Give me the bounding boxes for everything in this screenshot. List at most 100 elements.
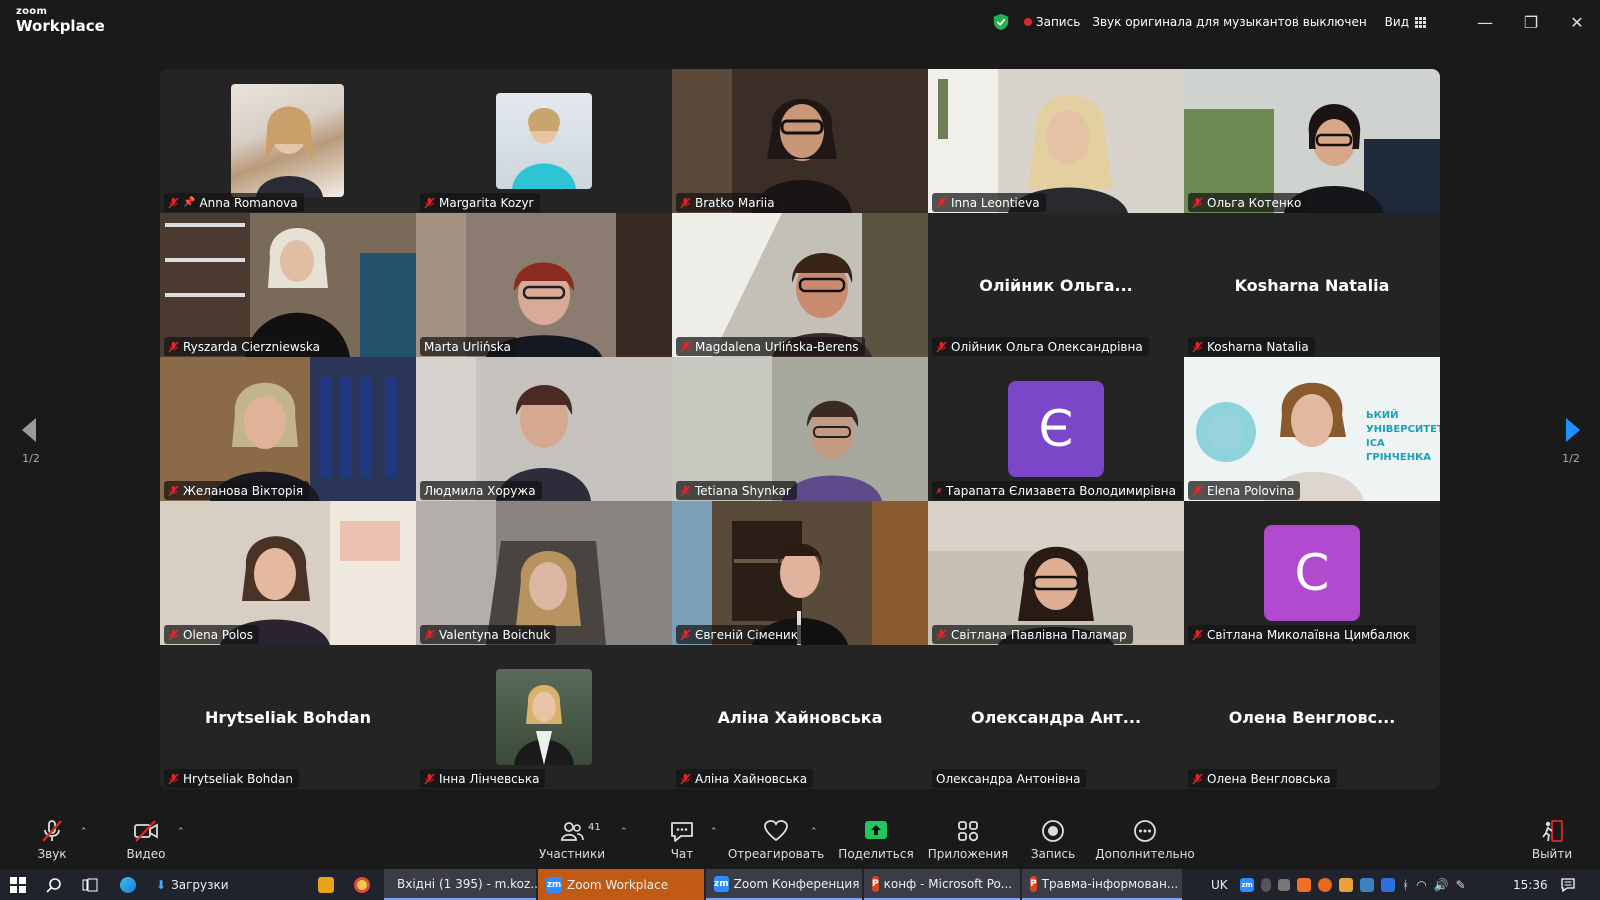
- participant-name: Magdalena Urlińska-Berens: [695, 339, 859, 354]
- participant-tile[interactable]: ЬКИЙ УНІВЕРСИТЕТ ІСА ГРІНЧЕНКА Elena Pol…: [1184, 357, 1440, 501]
- wifi-icon[interactable]: ◠: [1416, 878, 1426, 892]
- edge-taskbar-icon[interactable]: [120, 869, 136, 900]
- share-screen-button[interactable]: Поделиться: [838, 809, 914, 869]
- participant-tile[interactable]: Олександра Ант... Олександра Антонівна: [928, 645, 1184, 789]
- participants-button[interactable]: Участники: [539, 809, 605, 869]
- taskbar-powerpoint-1[interactable]: P конф - Microsoft Po...: [864, 869, 1020, 900]
- restore-button[interactable]: ❐: [1508, 0, 1554, 44]
- view-button[interactable]: Вид: [1385, 15, 1426, 29]
- participant-tile[interactable]: Євгеній Сіменик: [672, 501, 928, 645]
- leave-meeting-button[interactable]: Выйти: [1530, 809, 1574, 869]
- participant-tile[interactable]: Аліна Хайновська Аліна Хайновська: [672, 645, 928, 789]
- participant-tile[interactable]: Ольга Котенко: [1184, 69, 1440, 213]
- tray-app-round-icon[interactable]: [1318, 877, 1332, 892]
- participant-tile[interactable]: Світлана Павлівна Паламар: [928, 501, 1184, 645]
- participant-name-label: Тарапата Єлизавета Володимирівна: [932, 481, 1182, 500]
- participant-tile[interactable]: Margarita Kozyr: [416, 69, 672, 213]
- participant-tile[interactable]: 📌 Anna Romanova: [160, 69, 416, 213]
- encryption-shield-icon[interactable]: [992, 13, 1010, 31]
- minimize-button[interactable]: —: [1462, 0, 1508, 44]
- microphone-tray-icon[interactable]: [1261, 877, 1271, 892]
- tray-app-blue2-icon[interactable]: [1381, 877, 1395, 892]
- participant-name: Желанова Вікторія: [183, 483, 304, 498]
- participant-name: Людмила Хоружа: [424, 483, 536, 498]
- next-page-arrow-icon[interactable]: [1562, 410, 1584, 450]
- participant-name-label: Олександра Антонівна: [932, 769, 1087, 788]
- participant-display-name: Олійник Ольга...: [979, 275, 1133, 295]
- chat-options-caret-icon[interactable]: ⌃: [710, 827, 718, 837]
- language-indicator[interactable]: UK: [1211, 869, 1228, 900]
- participant-tile[interactable]: Інна Лінчевська: [416, 645, 672, 789]
- video-off-icon: [134, 819, 158, 842]
- taskbar-powerpoint-2[interactable]: P Травма-інформован...: [1022, 869, 1182, 900]
- participant-tile[interactable]: Tetiana Shynkar: [672, 357, 928, 501]
- record-button[interactable]: Запись: [1028, 809, 1078, 869]
- participant-tile[interactable]: Bratko Mariia: [672, 69, 928, 213]
- start-button[interactable]: [10, 869, 26, 900]
- muted-mic-icon: [424, 772, 435, 785]
- taskbar-zoom-conference[interactable]: zm Zoom Конференция: [706, 869, 862, 900]
- pen-icon[interactable]: ✎: [1456, 878, 1466, 892]
- video-options-caret-icon[interactable]: ⌃: [177, 827, 185, 837]
- video-button[interactable]: Видео: [124, 809, 168, 869]
- participant-tile[interactable]: Olena Polos: [160, 501, 416, 645]
- original-audio-status[interactable]: Звук оригинала для музыкантов выключен: [1092, 15, 1366, 29]
- apps-button[interactable]: Приложения: [928, 809, 1008, 869]
- search-button[interactable]: [46, 869, 62, 900]
- notifications-button[interactable]: [1560, 869, 1576, 900]
- task-view-icon: [82, 878, 98, 891]
- clock[interactable]: 15:36: [1513, 869, 1548, 900]
- chrome-alt-taskbar-icon[interactable]: [354, 869, 370, 900]
- volume-icon[interactable]: 🔊: [1434, 878, 1449, 892]
- system-tray[interactable]: zm ᚼ ◠ 🔊 ✎: [1240, 869, 1466, 900]
- avatar-letter: С: [1264, 525, 1360, 621]
- bluetooth-icon[interactable]: ᚼ: [1402, 878, 1409, 892]
- participant-tile[interactable]: Желанова Вікторія: [160, 357, 416, 501]
- profile-photo: [496, 93, 592, 189]
- audio-options-caret-icon[interactable]: ⌃: [80, 827, 88, 837]
- store-taskbar-icon[interactable]: [318, 869, 334, 900]
- react-button[interactable]: Отреагировать: [728, 809, 824, 869]
- participant-tile[interactable]: Є Тарапата Єлизавета Володимирівна: [928, 357, 1184, 501]
- participant-tile[interactable]: Ryszarda Cierzniewska: [160, 213, 416, 357]
- taskbar-zoom-workplace[interactable]: zm Zoom Workplace: [538, 869, 704, 900]
- video-feed: [672, 501, 928, 645]
- tray-app-orange-icon[interactable]: [1297, 877, 1311, 892]
- participant-tile[interactable]: Magdalena Urlińska-Berens: [672, 213, 928, 357]
- participant-tile[interactable]: Valentyna Boichuk: [416, 501, 672, 645]
- participant-tile[interactable]: Hrytseliak Bohdan Hrytseliak Bohdan: [160, 645, 416, 789]
- participant-tile[interactable]: Олійник Ольга... Олійник Ольга Олександр…: [928, 213, 1184, 357]
- participant-name: Marta Urlińska: [424, 339, 511, 354]
- task-view-button[interactable]: [82, 869, 98, 900]
- chat-button[interactable]: Чат: [664, 809, 700, 869]
- participant-tile-active-speaker[interactable]: Людмила Хоружа: [416, 357, 672, 501]
- recording-indicator[interactable]: Запись: [1036, 15, 1080, 29]
- participant-name-label: Інна Лінчевська: [420, 769, 546, 788]
- participants-options-caret-icon[interactable]: ⌃: [620, 827, 628, 837]
- participant-name: Kosharna Natalia: [1207, 339, 1309, 354]
- zoom-tray-icon[interactable]: zm: [1240, 877, 1254, 892]
- video-feed: [160, 213, 416, 357]
- page-indicator-left: 1/2: [22, 452, 40, 465]
- participant-tile[interactable]: Олена Венгловс... Олена Венгловська: [1184, 645, 1440, 789]
- muted-mic-icon: [1192, 484, 1203, 497]
- participant-tile[interactable]: Inna Leontieva: [928, 69, 1184, 213]
- video-feed: [416, 213, 672, 357]
- taskbar-downloads[interactable]: ⬇ Загрузки: [148, 869, 304, 900]
- close-button[interactable]: ✕: [1554, 0, 1600, 44]
- react-options-caret-icon[interactable]: ⌃: [810, 827, 818, 837]
- muted-mic-icon: [1192, 628, 1203, 641]
- tray-app-icon[interactable]: [1278, 878, 1290, 891]
- more-button[interactable]: Дополнительно: [1095, 809, 1195, 869]
- tray-app-blue-icon[interactable]: [1360, 877, 1374, 892]
- taskbar-chrome-mail[interactable]: Вхідні (1 395) - m.koz...: [384, 869, 542, 900]
- audio-button[interactable]: Звук: [34, 809, 70, 869]
- participant-name: Тарапата Єлизавета Володимирівна: [946, 483, 1176, 498]
- previous-page-arrow-icon[interactable]: [18, 410, 40, 450]
- tray-app-yellow-icon[interactable]: [1339, 877, 1353, 892]
- participant-tile[interactable]: С Світлана Миколаївна Цимбалюк: [1184, 501, 1440, 645]
- app-logo: zoom Workplace: [16, 7, 105, 34]
- participant-tile[interactable]: Marta Urlińska: [416, 213, 672, 357]
- chat-icon: [671, 821, 693, 842]
- participant-tile[interactable]: Kosharna Natalia Kosharna Natalia: [1184, 213, 1440, 357]
